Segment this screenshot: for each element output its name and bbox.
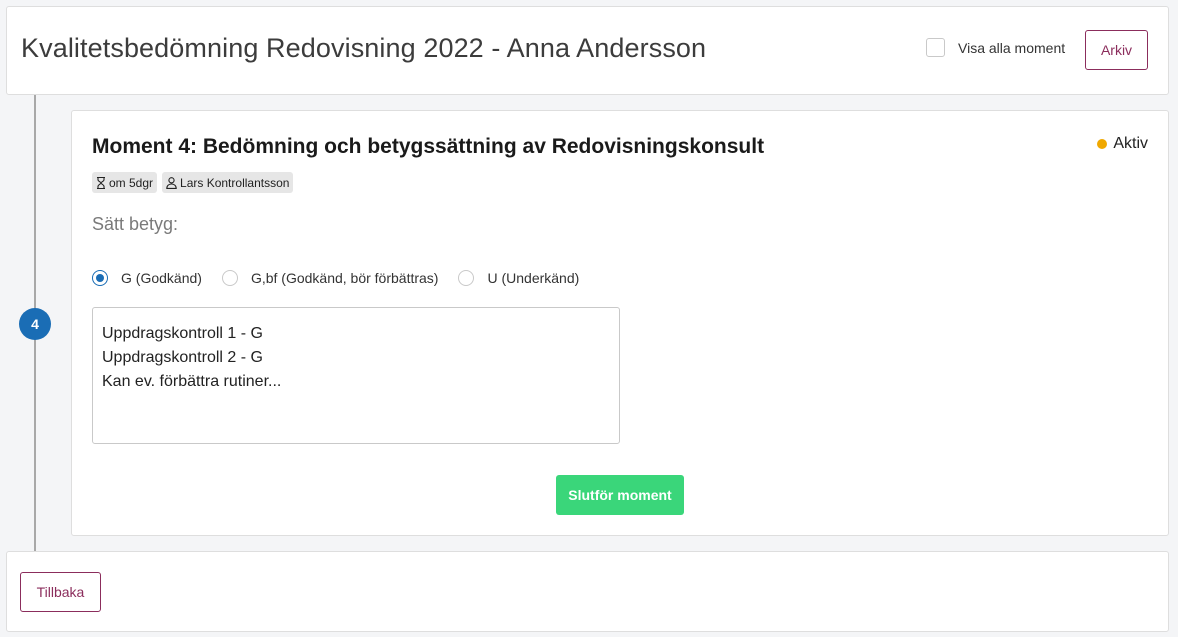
radio-g[interactable] bbox=[92, 270, 108, 286]
page-header: Kvalitetsbedömning Redovisning 2022 - An… bbox=[6, 6, 1169, 95]
show-all-toggle[interactable]: Visa alla moment bbox=[926, 38, 1065, 57]
due-badge-text: om 5dgr bbox=[109, 175, 154, 190]
grade-option-label: G (Godkänd) bbox=[121, 270, 202, 286]
grade-option-u[interactable]: U (Underkänd) bbox=[458, 270, 579, 286]
comment-textarea[interactable]: Uppdragskontroll 1 - G Uppdragskontroll … bbox=[92, 307, 620, 444]
archive-button[interactable]: Arkiv bbox=[1085, 30, 1148, 70]
moment-badges: om 5dgr Lars Kontrollantsson bbox=[92, 172, 298, 193]
page-title: Kvalitetsbedömning Redovisning 2022 - An… bbox=[21, 33, 707, 63]
grade-option-gbf[interactable]: G,bf (Godkänd, bör förbättras) bbox=[221, 270, 439, 286]
status-indicator: Aktiv bbox=[1097, 135, 1148, 153]
due-badge: om 5dgr bbox=[92, 172, 158, 193]
page-footer: Tillbaka bbox=[6, 551, 1169, 632]
hourglass-icon bbox=[97, 176, 105, 189]
status-text: Aktiv bbox=[1113, 135, 1148, 152]
grade-option-g[interactable]: G (Godkänd) bbox=[92, 270, 202, 286]
moment-title: Moment 4: Bedömning och betygssättning a… bbox=[92, 135, 765, 158]
user-icon bbox=[166, 176, 177, 189]
step-number-badge: 4 bbox=[19, 308, 51, 340]
grade-option-label: G,bf (Godkänd, bör förbättras) bbox=[250, 270, 439, 286]
radio-u[interactable] bbox=[458, 270, 475, 286]
assignee-badge: Lars Kontrollantsson bbox=[162, 172, 294, 193]
grade-label: Sätt betyg: bbox=[92, 214, 179, 234]
complete-moment-button[interactable]: Slutför moment bbox=[556, 475, 684, 515]
grade-options: G (Godkänd) G,bf (Godkänd, bör förbättra… bbox=[92, 270, 599, 286]
assignee-badge-text: Lars Kontrollantsson bbox=[180, 175, 290, 190]
radio-gbf[interactable] bbox=[221, 270, 238, 286]
show-all-label: Visa alla moment bbox=[958, 39, 1066, 56]
status-dot-icon bbox=[1097, 139, 1108, 149]
back-button[interactable]: Tillbaka bbox=[20, 572, 101, 612]
show-all-checkbox[interactable] bbox=[926, 38, 945, 57]
grade-option-label: U (Underkänd) bbox=[487, 270, 580, 286]
moment-card: Aktiv Moment 4: Bedömning och betygssätt… bbox=[71, 110, 1169, 536]
